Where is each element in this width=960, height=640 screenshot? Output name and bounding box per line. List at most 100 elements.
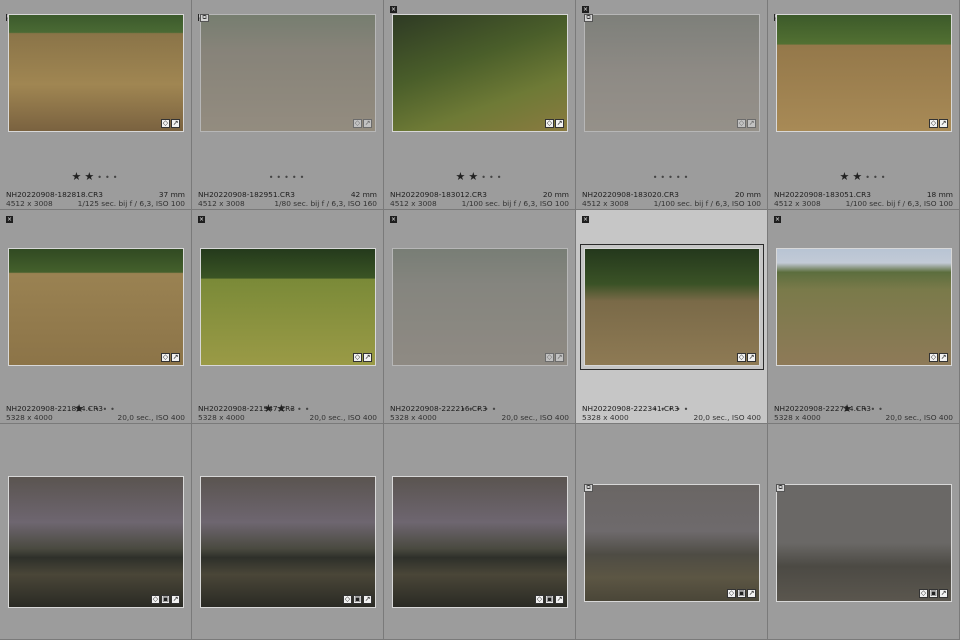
develop-badge-icon[interactable]: ↗ bbox=[747, 353, 756, 362]
photo-thumbnail[interactable]: ◇ ↗ bbox=[392, 14, 568, 132]
crop-badge-icon[interactable]: ▣ bbox=[161, 595, 170, 604]
reject-flag-icon[interactable]: × bbox=[390, 6, 397, 13]
photo-cell[interactable]: ◇ ▣ ↗ ⧉ bbox=[768, 424, 960, 640]
star-empty-icon[interactable]: • bbox=[870, 405, 878, 414]
develop-badge-icon[interactable]: ↗ bbox=[939, 353, 948, 362]
crop-badge-icon[interactable]: ▣ bbox=[737, 589, 746, 598]
star-filled-icon[interactable]: ★ bbox=[72, 170, 85, 183]
photo-cell[interactable]: ◇ ▣ ↗ bbox=[192, 424, 384, 640]
star-filled-icon[interactable]: ★ bbox=[840, 170, 853, 183]
develop-badge-icon[interactable]: ↗ bbox=[363, 595, 372, 604]
star-empty-icon[interactable]: • bbox=[481, 173, 489, 182]
photo-thumbnail[interactable]: ◇ ▣ ↗ bbox=[584, 484, 760, 602]
white-flag-icon[interactable] bbox=[6, 6, 13, 21]
crop-badge-icon[interactable]: ▣ bbox=[353, 595, 362, 604]
metadata-badge-icon[interactable]: ◇ bbox=[535, 595, 544, 604]
star-empty-icon[interactable]: • bbox=[300, 173, 308, 182]
metadata-badge-icon[interactable]: ◇ bbox=[737, 119, 746, 128]
star-filled-icon[interactable]: ★ bbox=[852, 170, 865, 183]
star-rating[interactable]: ••••• bbox=[576, 170, 767, 183]
develop-badge-icon[interactable]: ↗ bbox=[171, 595, 180, 604]
metadata-badge-icon[interactable]: ◇ bbox=[151, 595, 160, 604]
metadata-badge-icon[interactable]: ◇ bbox=[161, 353, 170, 362]
reject-flag-icon[interactable]: × bbox=[582, 6, 589, 13]
star-empty-icon[interactable]: • bbox=[684, 405, 692, 414]
star-filled-icon[interactable]: ★ bbox=[84, 170, 97, 183]
develop-badge-icon[interactable]: ↗ bbox=[363, 353, 372, 362]
star-rating[interactable]: ••••• bbox=[192, 170, 383, 183]
photo-thumbnail[interactable]: ◇ ▣ ↗ bbox=[8, 476, 184, 608]
star-empty-icon[interactable]: • bbox=[97, 173, 105, 182]
photo-cell[interactable]: ◇ ↗ ★★••• NH20220908-183051.CR3 18 mm 4512 x … bbox=[768, 0, 960, 210]
stack-icon[interactable]: ⧉ bbox=[584, 14, 593, 22]
stack-icon[interactable]: ⧉ bbox=[200, 14, 209, 22]
metadata-badge-icon[interactable]: ◇ bbox=[353, 353, 362, 362]
photo-cell[interactable]: ◇ ↗ ★★••• NH20220908-182818.CR3 37 mm 4512 x … bbox=[0, 0, 192, 210]
metadata-badge-icon[interactable]: ◇ bbox=[929, 353, 938, 362]
reject-flag-icon[interactable]: × bbox=[774, 216, 781, 223]
metadata-badge-icon[interactable]: ◇ bbox=[353, 119, 362, 128]
star-empty-icon[interactable]: • bbox=[873, 173, 881, 182]
star-empty-icon[interactable]: • bbox=[668, 173, 676, 182]
crop-badge-icon[interactable]: ▣ bbox=[929, 589, 938, 598]
photo-cell[interactable]: ◇ ▣ ↗ ⧉ bbox=[576, 424, 768, 640]
white-flag-icon[interactable] bbox=[774, 6, 781, 21]
develop-badge-icon[interactable]: ↗ bbox=[939, 119, 948, 128]
photo-thumbnail[interactable]: ◇ ↗ bbox=[584, 14, 760, 132]
photo-thumbnail[interactable]: ◇ ↗ bbox=[200, 14, 376, 132]
metadata-badge-icon[interactable]: ◇ bbox=[929, 119, 938, 128]
white-flag-icon[interactable] bbox=[198, 6, 205, 21]
develop-badge-icon[interactable]: ↗ bbox=[555, 119, 564, 128]
photo-thumbnail[interactable]: ◇ ↗ bbox=[776, 14, 952, 132]
star-rating[interactable]: ★★••• bbox=[768, 170, 959, 183]
metadata-badge-icon[interactable]: ◇ bbox=[161, 119, 170, 128]
star-empty-icon[interactable]: • bbox=[676, 173, 684, 182]
metadata-badge-icon[interactable]: ◇ bbox=[919, 589, 928, 598]
develop-badge-icon[interactable]: ↗ bbox=[555, 595, 564, 604]
crop-badge-icon[interactable]: ▣ bbox=[545, 595, 554, 604]
photo-cell[interactable]: × ◇ ↗ ★★••• NH20220908-221947.CR3 5328 x 4000… bbox=[192, 210, 384, 424]
develop-badge-icon[interactable]: ↗ bbox=[747, 589, 756, 598]
photo-cell[interactable]: ◇ ↗ ⧉ ••••• NH20220908-182951.CR3 42 mm 4512 x… bbox=[192, 0, 384, 210]
photo-thumbnail[interactable]: ◇ ↗ bbox=[776, 248, 952, 366]
star-empty-icon[interactable]: • bbox=[881, 173, 889, 182]
metadata-badge-icon[interactable]: ◇ bbox=[545, 119, 554, 128]
photo-cell[interactable]: ◇ ▣ ↗ bbox=[384, 424, 576, 640]
star-empty-icon[interactable]: • bbox=[660, 173, 668, 182]
metadata-badge-icon[interactable]: ◇ bbox=[343, 595, 352, 604]
star-empty-icon[interactable]: • bbox=[113, 173, 121, 182]
photo-thumbnail[interactable]: ◇ ↗ bbox=[200, 248, 376, 366]
develop-badge-icon[interactable]: ↗ bbox=[171, 119, 180, 128]
reject-flag-icon[interactable]: × bbox=[582, 216, 589, 223]
reject-flag-icon[interactable]: × bbox=[390, 216, 397, 223]
photo-cell[interactable]: × ◇ ↗ ★•••• NH20220908-221824.CR3 5328 x 4000… bbox=[0, 210, 192, 424]
photo-cell[interactable]: × ◇ ↗ ★•••• NH20220908-222724.CR3 5328 x 4000… bbox=[768, 210, 960, 424]
photo-cell[interactable]: × ◇ ↗ ••••• NH20220908-222341.CR3 5328 x 4000… bbox=[576, 210, 768, 424]
reject-flag-icon[interactable]: × bbox=[198, 216, 205, 223]
metadata-badge-icon[interactable]: ◇ bbox=[545, 353, 554, 362]
metadata-badge-icon[interactable]: ◇ bbox=[737, 353, 746, 362]
stack-icon[interactable]: ⧉ bbox=[584, 484, 593, 492]
photo-thumbnail[interactable]: ◇ ▣ ↗ bbox=[392, 476, 568, 608]
stack-icon[interactable]: ⧉ bbox=[776, 484, 785, 492]
photo-thumbnail[interactable]: ◇ ↗ bbox=[8, 14, 184, 132]
develop-badge-icon[interactable]: ↗ bbox=[747, 119, 756, 128]
star-empty-icon[interactable]: • bbox=[276, 173, 284, 182]
photo-cell[interactable]: ◇ ▣ ↗ bbox=[0, 424, 192, 640]
photo-cell[interactable]: × ◇ ↗ ⧉ ••••• NH20220908-183020.CR3 20 mm 4512 … bbox=[576, 0, 768, 210]
star-rating[interactable]: ★★••• bbox=[384, 170, 575, 183]
star-empty-icon[interactable]: • bbox=[105, 173, 113, 182]
star-rating[interactable]: ★★••• bbox=[0, 170, 191, 183]
star-empty-icon[interactable]: • bbox=[684, 173, 692, 182]
photo-thumbnail[interactable]: ◇ ↗ bbox=[8, 248, 184, 366]
photo-thumbnail[interactable]: ◇ ▣ ↗ bbox=[776, 484, 952, 602]
develop-badge-icon[interactable]: ↗ bbox=[555, 353, 564, 362]
star-empty-icon[interactable]: • bbox=[292, 173, 300, 182]
develop-badge-icon[interactable]: ↗ bbox=[171, 353, 180, 362]
star-empty-icon[interactable]: • bbox=[102, 405, 110, 414]
star-empty-icon[interactable]: • bbox=[497, 173, 505, 182]
photo-thumbnail[interactable]: ◇ ↗ bbox=[580, 244, 764, 370]
star-empty-icon[interactable]: • bbox=[284, 173, 292, 182]
star-empty-icon[interactable]: • bbox=[297, 405, 305, 414]
star-filled-icon[interactable]: ★ bbox=[456, 170, 469, 183]
